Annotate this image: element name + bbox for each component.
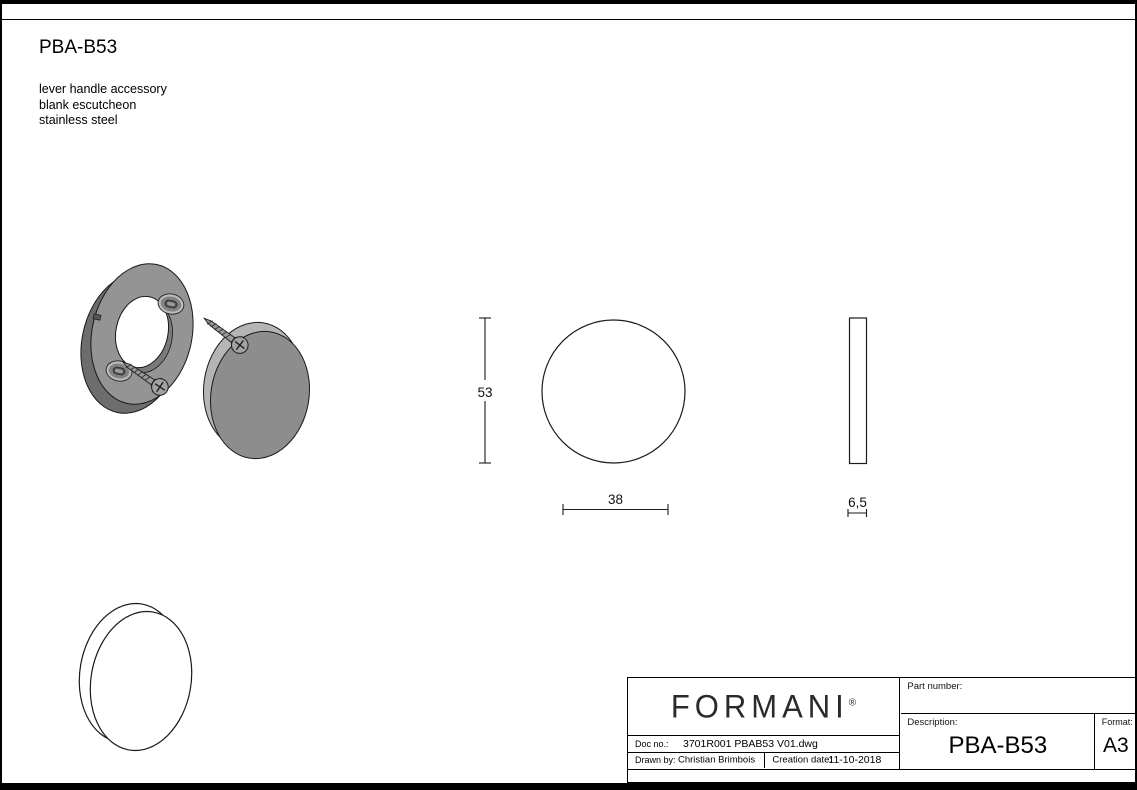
creation-date-value: 11-10-2018 — [828, 754, 881, 766]
title-block: FORMANI® Doc no.: 3701R001 PBAB53 V01.dw… — [627, 677, 1136, 783]
cover-disc — [194, 314, 320, 465]
orthographic-views: 53 38 6,5 — [442, 300, 912, 530]
copyright-strip: All information on the drawing is the pr… — [2, 4, 1135, 20]
drawn-by-label: Drawn by: — [635, 755, 676, 765]
formani-logo: FORMANI® — [628, 678, 899, 736]
doc-no-label: Doc no.: — [635, 739, 669, 749]
part-number-label: Part number: — [907, 681, 962, 692]
format-label: Format: — [1102, 717, 1133, 727]
creation-date-cell: Creation date: 11-10-2018 — [766, 753, 899, 768]
title-block-right: Part number: Description: PBA-B53 Format… — [901, 678, 1135, 769]
logo-text: FORMANI® — [671, 688, 856, 725]
description-cell: Description: PBA-B53 — [901, 714, 1095, 769]
dimension-width-label: 38 — [608, 492, 623, 507]
format-cell: Format: A3 — [1097, 714, 1135, 769]
description-line: stainless steel — [39, 113, 167, 129]
exploded-view — [72, 250, 322, 465]
drawn-by-cell: Drawn by: Christian Brimbois — [628, 753, 765, 768]
creation-date-label: Creation date: — [772, 755, 832, 766]
title-block-left: FORMANI® Doc no.: 3701R001 PBAB53 V01.dw… — [628, 678, 900, 769]
page-title: PBA-B53 — [39, 37, 117, 59]
format-value: A3 — [1097, 734, 1135, 758]
dimension-height-label: 53 — [477, 385, 492, 400]
description-value: PBA-B53 — [901, 732, 1094, 760]
description-format-row: Description: PBA-B53 Format: A3 — [901, 714, 1135, 769]
dimension-thickness — [848, 509, 867, 517]
doc-no-value: 3701R001 PBAB53 V01.dwg — [683, 738, 818, 750]
doc-no-row: Doc no.: 3701R001 PBAB53 V01.dwg — [628, 736, 899, 753]
description-line: lever handle accessory — [39, 82, 167, 98]
drawn-by-row: Drawn by: Christian Brimbois Creation da… — [628, 753, 899, 768]
bottom-border-bar — [2, 783, 1135, 790]
description-line: blank escutcheon — [39, 98, 167, 114]
drawn-by-value: Christian Brimbois — [678, 755, 755, 766]
wireframe-disc-view — [62, 597, 242, 757]
side-view-rect — [850, 318, 867, 464]
registered-mark: ® — [849, 697, 856, 708]
dimension-thickness-label: 6,5 — [848, 495, 867, 510]
product-description: lever handle accessory blank escutcheon … — [39, 82, 167, 129]
company-address-bar: FORMANI HOLLAND B.V. EUROPALAAN 12 6199 … — [628, 769, 1135, 781]
edge-notch — [93, 314, 101, 320]
drawing-sheet: All information on the drawing is the pr… — [0, 0, 1137, 790]
front-view-circle — [542, 320, 685, 463]
part-number-cell: Part number: — [901, 678, 1135, 714]
description-label: Description: — [907, 717, 957, 728]
escutcheon-ring — [72, 254, 206, 423]
